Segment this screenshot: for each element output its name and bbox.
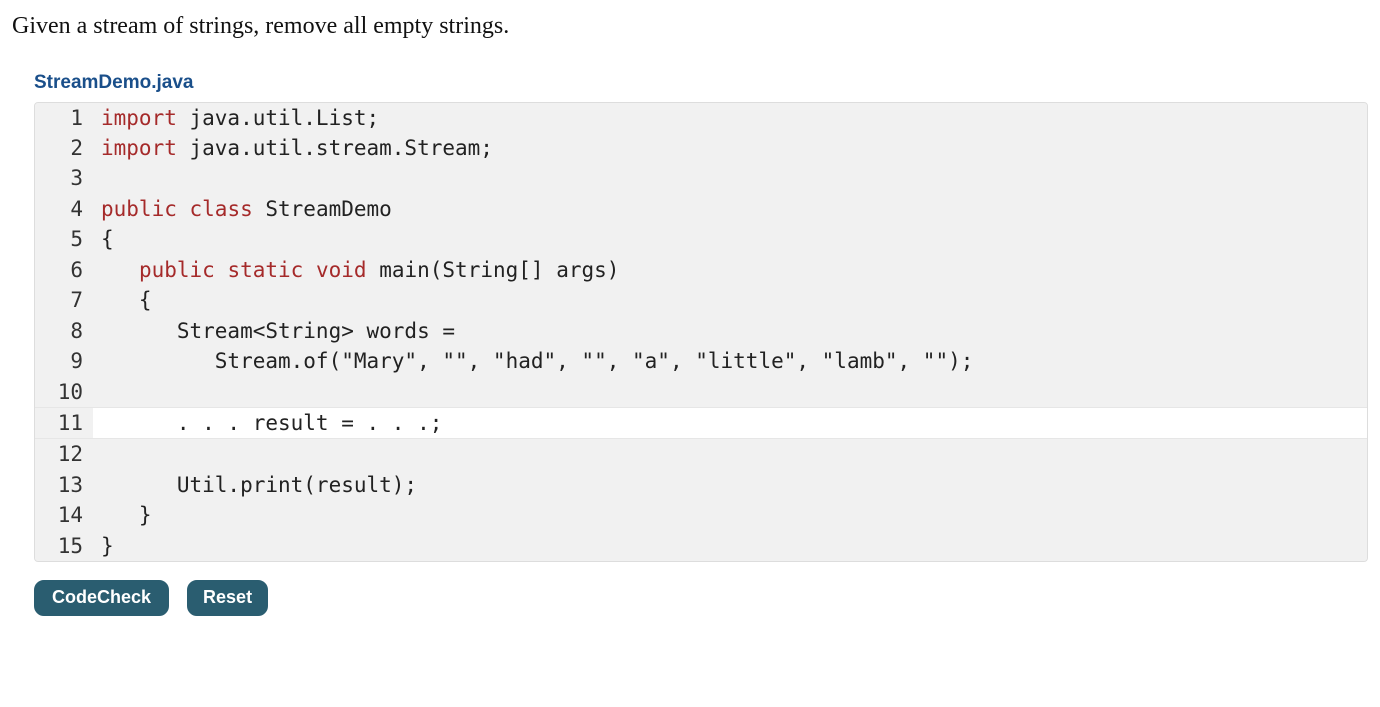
code-content: public class StreamDemo (93, 194, 1367, 224)
codecheck-button[interactable]: CodeCheck (34, 580, 169, 616)
code-line: 5{ (35, 224, 1367, 254)
code-content: { (93, 285, 1367, 315)
code-line: 7 { (35, 285, 1367, 315)
code-content: } (93, 500, 1367, 530)
code-content: { (93, 224, 1367, 254)
line-number: 10 (35, 377, 93, 407)
code-line: 9 Stream.of("Mary", "", "had", "", "a", … (35, 346, 1367, 376)
code-line: 1import java.util.List; (35, 103, 1367, 133)
code-content (93, 163, 1367, 193)
code-line: 8 Stream<String> words = (35, 316, 1367, 346)
line-number: 11 (35, 408, 93, 438)
code-content: public static void main(String[] args) (93, 255, 1367, 285)
reset-button[interactable]: Reset (187, 580, 268, 616)
line-number: 7 (35, 285, 93, 315)
code-line: 15} (35, 531, 1367, 561)
problem-statement: Given a stream of strings, remove all em… (12, 10, 1368, 44)
filename-label: StreamDemo.java (34, 72, 1368, 94)
code-content (93, 377, 1367, 407)
code-editor: 1import java.util.List;2import java.util… (34, 102, 1368, 563)
line-number: 6 (35, 255, 93, 285)
code-line-editable[interactable]: 11 . . . result = . . .; (35, 407, 1367, 439)
line-number: 12 (35, 439, 93, 469)
line-number: 3 (35, 163, 93, 193)
code-content: import java.util.stream.Stream; (93, 133, 1367, 163)
code-line: 2import java.util.stream.Stream; (35, 133, 1367, 163)
code-line: 6 public static void main(String[] args) (35, 255, 1367, 285)
line-number: 5 (35, 224, 93, 254)
line-number: 4 (35, 194, 93, 224)
code-line: 12 (35, 439, 1367, 469)
code-line: 4public class StreamDemo (35, 194, 1367, 224)
line-number: 13 (35, 470, 93, 500)
code-line: 10 (35, 377, 1367, 407)
button-row: CodeCheck Reset (34, 580, 1368, 616)
line-number: 14 (35, 500, 93, 530)
code-line: 14 } (35, 500, 1367, 530)
code-content: } (93, 531, 1367, 561)
line-number: 9 (35, 346, 93, 376)
code-content: import java.util.List; (93, 103, 1367, 133)
code-line: 13 Util.print(result); (35, 470, 1367, 500)
code-content: Stream<String> words = (93, 316, 1367, 346)
code-line: 3 (35, 163, 1367, 193)
code-content (93, 439, 1367, 469)
line-number: 8 (35, 316, 93, 346)
line-number: 2 (35, 133, 93, 163)
line-number: 1 (35, 103, 93, 133)
line-number: 15 (35, 531, 93, 561)
code-content: Stream.of("Mary", "", "had", "", "a", "l… (93, 346, 1367, 376)
code-content[interactable]: . . . result = . . .; (93, 408, 1367, 438)
code-content: Util.print(result); (93, 470, 1367, 500)
